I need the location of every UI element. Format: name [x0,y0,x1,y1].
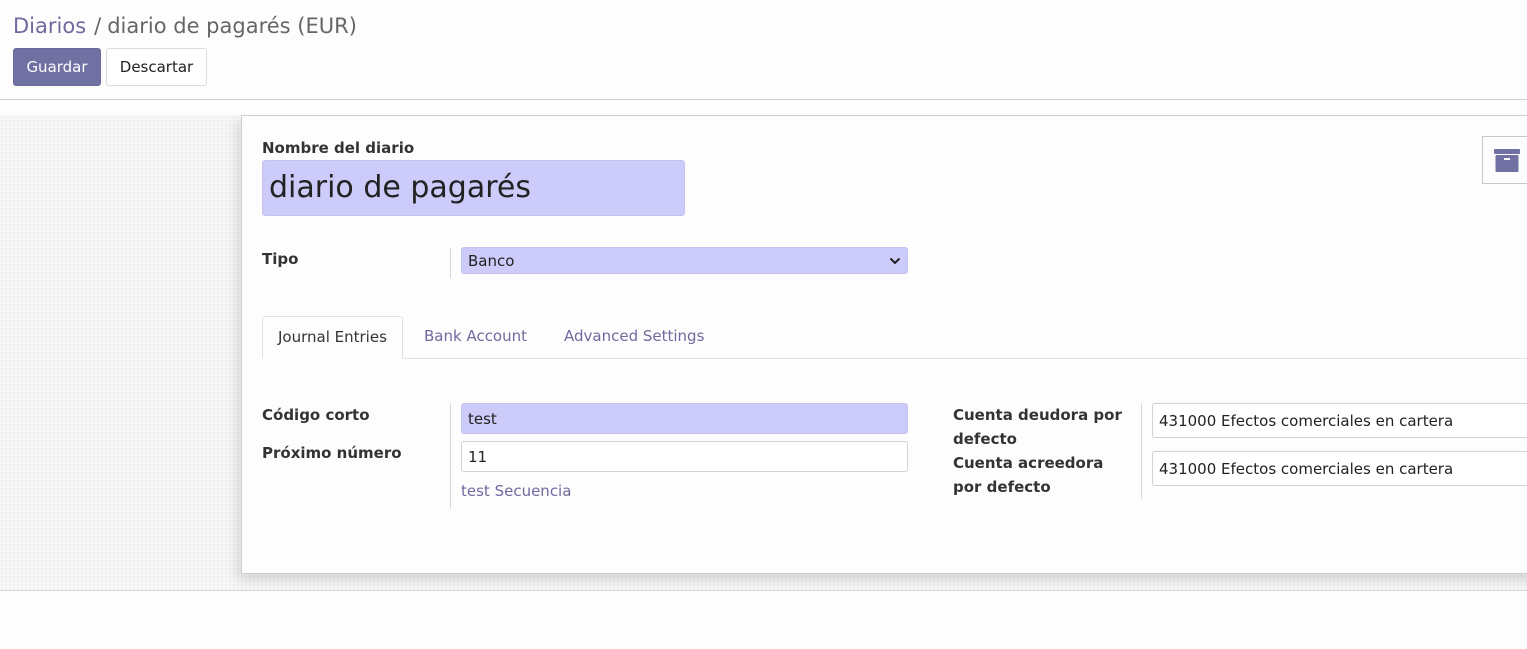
archive-box-icon [1494,149,1520,172]
chevron-down-icon [889,257,901,265]
tab-bank-account[interactable]: Bank Account [409,316,542,358]
next-number-input[interactable]: 11 [461,441,908,472]
journal-name-label: Nombre del diario [262,139,415,157]
journal-name-input[interactable]: diario de pagarés [262,160,685,216]
save-button[interactable]: Guardar [13,48,101,86]
archive-button[interactable] [1482,136,1527,184]
discard-button[interactable]: Descartar [106,48,207,86]
short-code-label: Código corto [262,406,370,424]
next-number-label: Próximo número [262,444,402,462]
form-sheet: Nombre del diario diario de pagarés Tipo… [241,115,1527,574]
control-panel: Diarios / diario de pagarés (EUR) Guardar … [0,0,1527,100]
notebook-tabs: Journal Entries Bank Account Advanced Se… [262,316,1527,359]
default-debit-account-input[interactable]: 431000 Efectos comerciales en cartera [1152,403,1527,438]
default-debit-account-label: Cuenta deudora por defecto [953,406,1122,448]
short-code-input[interactable]: test [461,403,908,434]
tab-journal-entries[interactable]: Journal Entries [262,316,403,359]
type-select-value: Banco [468,251,515,270]
field-separator [450,403,451,509]
field-separator [450,248,451,278]
type-label: Tipo [262,250,299,268]
default-credit-account-label: Cuenta acreedora por defecto [953,454,1104,496]
breadcrumb-current: diario de pagarés (EUR) [107,14,357,38]
type-select[interactable]: Banco [461,247,908,274]
breadcrumb-separator: / [94,14,102,38]
breadcrumb: Diarios / diario de pagarés (EUR) [13,12,357,40]
sequence-link[interactable]: test Secuencia [461,482,571,500]
default-credit-account-input[interactable]: 431000 Efectos comerciales en cartera [1152,451,1527,486]
field-separator [1141,403,1142,499]
breadcrumb-parent-link[interactable]: Diarios [13,14,86,38]
tab-advanced-settings[interactable]: Advanced Settings [549,316,719,358]
